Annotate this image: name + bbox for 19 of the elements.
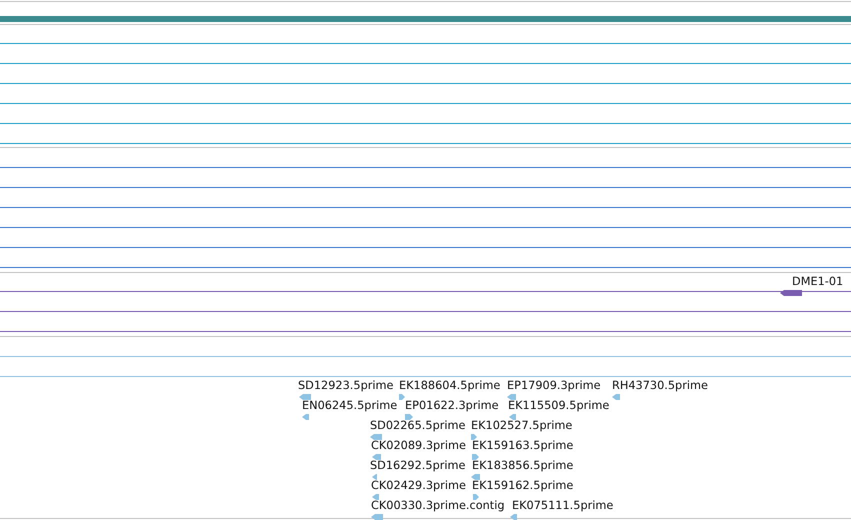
feature-label[interactable]: CK02429.3prime	[371, 479, 466, 492]
feature-label[interactable]: EK188604.5prime	[399, 379, 500, 392]
feature-label[interactable]: DME1-01	[792, 275, 844, 288]
feature-label[interactable]: EK075111.5prime	[512, 499, 614, 512]
feature-label[interactable]: EK102527.5prime	[471, 419, 572, 432]
feature-label[interactable]: CK00330.3prime.contig	[371, 499, 505, 512]
feature-arrow-icon[interactable]	[780, 290, 802, 296]
feature-label[interactable]: EK115509.5prime	[508, 399, 610, 412]
feature-label[interactable]: SD02265.5prime	[370, 419, 466, 432]
feature-label[interactable]: EK159163.5prime	[472, 439, 574, 452]
feature-label[interactable]: SD16292.5prime	[370, 459, 466, 472]
feature-label[interactable]: CK02089.3prime	[371, 439, 466, 452]
feature-label[interactable]: EP17909.3prime	[507, 379, 601, 392]
feature-label[interactable]: EK159162.5prime	[472, 479, 574, 492]
feature-label[interactable]: EK183856.5prime	[472, 459, 574, 472]
feature-label[interactable]: SD12923.5prime	[298, 379, 394, 392]
feature-label[interactable]: EN06245.5prime	[302, 399, 398, 412]
feature-label[interactable]: RH43730.5prime	[612, 379, 708, 392]
feature-label[interactable]: EP01622.3prime	[405, 399, 499, 412]
